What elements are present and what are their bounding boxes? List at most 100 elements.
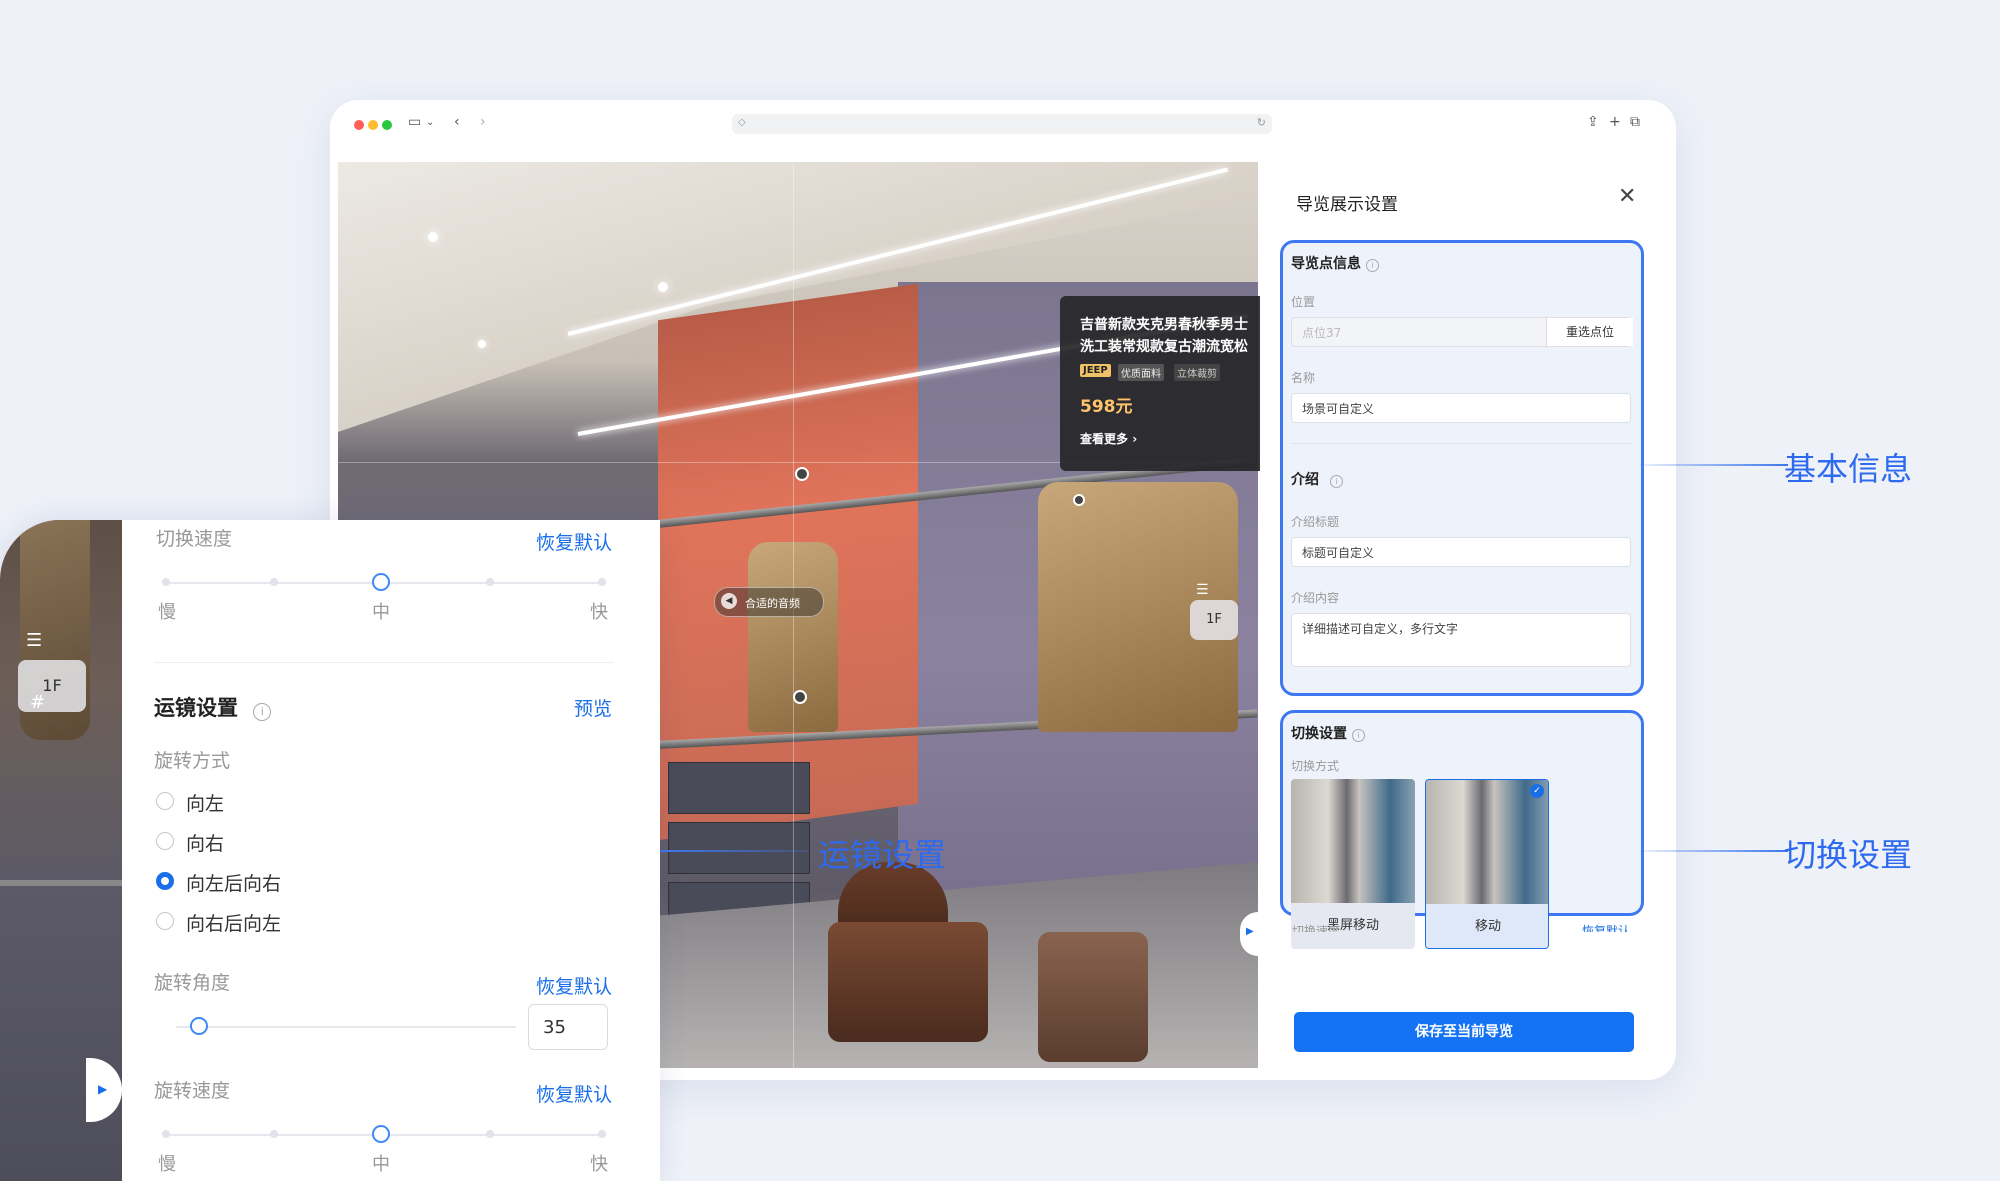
rotate-angle-label: 旋转角度 — [154, 972, 231, 994]
floor-badge[interactable]: 1F — [18, 660, 86, 712]
view-more-link[interactable]: 查看更多 › — [1080, 430, 1137, 447]
floor-badge-label: 1F — [42, 676, 62, 695]
ceiling-light — [428, 232, 438, 242]
hotspot-dot[interactable] — [1073, 494, 1085, 506]
radio-left[interactable] — [156, 792, 174, 810]
radio-left-then-right[interactable] — [156, 872, 174, 890]
rotate-option-left[interactable]: 向左 — [186, 789, 224, 816]
address-bar[interactable]: ◇ ↻ — [732, 114, 1272, 134]
switch-settings-title: 切换设置 i — [1291, 723, 1365, 743]
grid-icon: # — [30, 692, 46, 713]
intro-section-label: 介绍 — [1291, 472, 1319, 488]
floor-badge[interactable]: 1F — [1190, 600, 1238, 640]
intro-title-input[interactable]: 标题可自定义 — [1291, 537, 1631, 567]
product-tag: 立体裁剪 — [1174, 364, 1220, 381]
chevron-down-icon[interactable]: ⌄ — [426, 117, 434, 128]
sidebar-icon[interactable]: ▭ — [408, 114, 421, 130]
hotspot-dot[interactable] — [793, 690, 807, 704]
share-icon[interactable]: ⇪ — [1587, 114, 1599, 130]
camera-settings-label: 运镜设置 — [154, 696, 238, 720]
floorplan-icon: ☰ — [26, 630, 43, 651]
close-window-button[interactable] — [354, 120, 364, 130]
play-icon: ▶ — [1246, 926, 1254, 937]
view-more-label: 查看更多 — [1080, 432, 1129, 446]
slider-step — [598, 578, 606, 586]
rotate-option-right-then-left[interactable]: 向右后向左 — [186, 909, 281, 936]
browser-titlebar: ▭ ⌄ ‹ › ◇ ↻ ⇪ + ⧉ — [330, 100, 1676, 150]
camera-settings-zoom-panel: ☰ 1F # ▶ 切换速度 恢复默认 慢 中 快 运镜设置 i 预览 旋转方式 … — [0, 520, 660, 1181]
divider — [1291, 443, 1631, 444]
speaker-icon: ◀ — [721, 593, 737, 609]
slider-step — [598, 1130, 606, 1138]
bag-image — [1038, 932, 1148, 1062]
audio-label: 合适的音频 — [745, 597, 800, 610]
info-icon[interactable]: i — [1365, 259, 1379, 272]
speed-slider-knob[interactable] — [372, 573, 390, 591]
restore-default-link[interactable]: 恢复默认 — [536, 972, 612, 999]
intro-title: 介绍 i — [1291, 469, 1343, 489]
product-tag: 优质面料 — [1118, 364, 1164, 381]
maximize-window-button[interactable] — [382, 120, 392, 130]
switch-option-move[interactable]: 移动 ✓ — [1425, 779, 1549, 949]
restore-default-link[interactable]: 恢复默认 — [536, 528, 612, 555]
switch-speed-label-cut: 切换速度 — [1292, 924, 1341, 932]
position-placeholder: 点位37 — [1302, 326, 1342, 340]
intro-content-textarea[interactable]: 详细描述可自定义，多行文字 — [1291, 613, 1631, 667]
room-thumbnail — [1291, 779, 1415, 903]
intro-title-label: 介绍标题 — [1291, 515, 1340, 529]
position-field[interactable]: 点位37 重选点位 — [1291, 317, 1633, 347]
play-icon: ▶ — [98, 1082, 108, 1096]
guide-point-info-title: 导览点信息 i — [1291, 253, 1379, 273]
angle-slider-knob[interactable] — [190, 1017, 208, 1035]
callout-line-switch — [1640, 850, 1788, 852]
forward-icon[interactable]: › — [480, 114, 486, 130]
camera-settings-title: 运镜设置 i — [154, 692, 272, 722]
radio-right-then-left[interactable] — [156, 912, 174, 930]
name-input[interactable]: 场景可自定义 — [1291, 393, 1631, 423]
switch-speed-label: 切换速度 — [156, 528, 233, 550]
rotate-angle-input[interactable]: 35 — [528, 1004, 608, 1050]
product-card[interactable]: 吉普新款夹克男春秋季男士 洗工装常规款复古潮流宽松 JEEP 优质面料 立体裁剪… — [1060, 296, 1260, 471]
speed-tick-fast: 快 — [590, 1154, 608, 1175]
rotate-option-left-then-right[interactable]: 向左后向右 — [186, 869, 281, 896]
callout-basic-info: 基本信息 — [1784, 450, 1913, 488]
restore-default-link[interactable]: 恢复默认 — [536, 1080, 612, 1107]
angle-slider-track[interactable] — [176, 1026, 516, 1028]
plus-icon[interactable]: + — [1609, 114, 1621, 130]
callout-line-camera — [660, 850, 808, 852]
save-to-tour-button[interactable]: 保存至当前导览 — [1294, 1012, 1634, 1052]
speed-tick-fast: 快 — [590, 602, 608, 623]
reload-icon[interactable]: ↻ — [1257, 116, 1266, 129]
audio-hotspot[interactable]: ◀ 合适的音频 — [714, 587, 824, 617]
name-label: 名称 — [1291, 371, 1316, 385]
product-title-line1: 吉普新款夹克男春秋季男士 — [1080, 317, 1248, 333]
info-icon[interactable]: i — [253, 703, 272, 721]
preview-link[interactable]: 预览 — [574, 694, 612, 721]
tour-settings-panel: 导览展示设置 ✕ 导览点信息 i 位置 点位37 重选点位 名称 场景可自定义 … — [1268, 162, 1660, 1068]
hotspot-dot[interactable] — [795, 467, 809, 481]
speed-tick-mid: 中 — [372, 1154, 390, 1175]
rotate-speed-slider-knob[interactable] — [372, 1125, 390, 1143]
info-icon[interactable]: i — [1351, 729, 1365, 742]
room-thumbnail — [1426, 780, 1548, 904]
restore-default-link[interactable]: 恢复默认 — [1582, 922, 1630, 932]
tabs-icon[interactable]: ⧉ — [1630, 114, 1640, 130]
guide-point-info-label: 导览点信息 — [1291, 256, 1361, 272]
product-title-line2: 洗工装常规款复古潮流宽松 — [1080, 339, 1248, 355]
callout-line-basic — [1640, 464, 1788, 466]
rotate-option-right[interactable]: 向右 — [186, 829, 224, 856]
switch-settings-label: 切换设置 — [1291, 726, 1347, 742]
speed-tick-slow: 慢 — [158, 602, 176, 623]
minimize-window-button[interactable] — [368, 120, 378, 130]
reselect-point-button[interactable]: 重选点位 — [1546, 318, 1633, 346]
drawer — [668, 822, 810, 874]
slider-step — [162, 1130, 170, 1138]
radio-right[interactable] — [156, 832, 174, 850]
product-price: 598元 — [1080, 397, 1133, 417]
back-icon[interactable]: ‹ — [454, 114, 460, 130]
suitcase-image — [828, 922, 988, 1042]
close-icon[interactable]: ✕ — [1618, 184, 1636, 209]
info-icon[interactable]: i — [1329, 475, 1343, 488]
ceiling-light — [658, 282, 668, 292]
switch-option-label: 移动 — [1426, 904, 1548, 948]
